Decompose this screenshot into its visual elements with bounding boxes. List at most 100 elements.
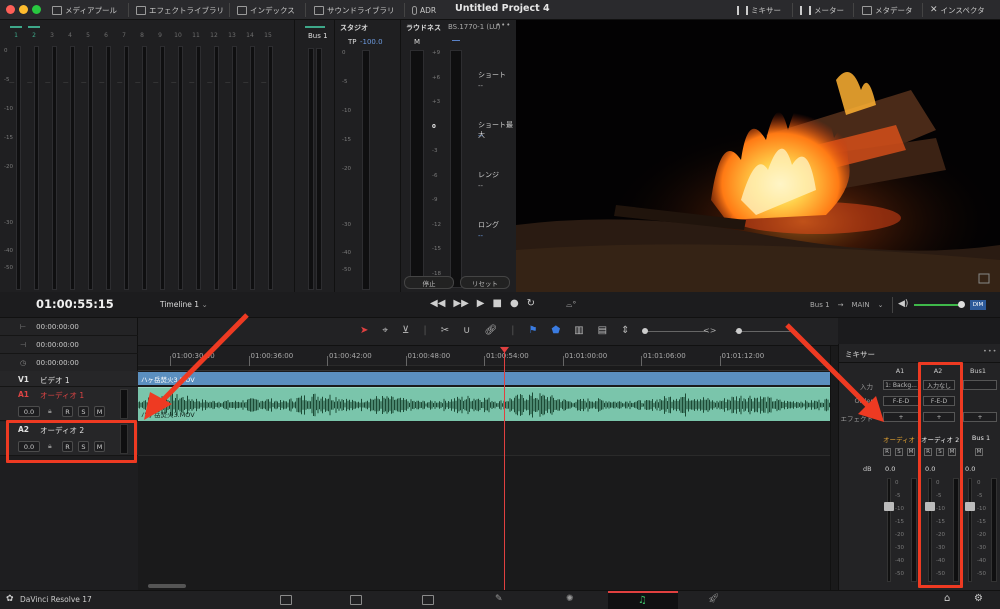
play-icon[interactable]: ▶ — [477, 298, 485, 309]
a1-mute[interactable]: M — [907, 448, 915, 456]
a1-record-arm[interactable]: R — [883, 448, 891, 456]
sync-icon[interactable]: ⌓° — [566, 300, 576, 310]
timecode-display[interactable]: 01:00:55:15 — [36, 297, 114, 311]
mixer-options-icon[interactable]: ••• — [983, 347, 998, 355]
loudness-stop-button[interactable]: 停止 — [404, 276, 454, 289]
timeline-ruler[interactable]: 01:00:30:00 01:00:36:00 01:00:42:00 01:00:4… — [138, 346, 830, 366]
track-header-v1[interactable]: V1 ビデオ 1 — [0, 371, 138, 387]
meter-tick: -30 — [4, 220, 13, 226]
link-icon[interactable]: 🔗︎ — [484, 325, 497, 336]
track-meter-bar — [70, 46, 75, 290]
horizontal-scrollbar[interactable] — [148, 584, 186, 588]
duration-timecode[interactable]: 00:00:00:00 — [36, 359, 79, 367]
a1-input-select[interactable]: 1: Backg... — [883, 380, 919, 390]
record-arm-button[interactable]: R — [62, 406, 73, 417]
zoom-width-icon[interactable]: <> — [703, 326, 716, 335]
a1-add-effect[interactable]: + — [883, 412, 919, 422]
peak-readout: — — [225, 80, 231, 86]
index-button[interactable]: インデックス — [237, 3, 295, 17]
zoom-slider-knob-left[interactable] — [642, 328, 648, 334]
zoom-slider-knob-right[interactable] — [736, 328, 742, 334]
video-clip[interactable]: ハヶ岳焚火3.MOV — [138, 372, 830, 385]
razor-tool-icon[interactable]: ✂ — [441, 325, 449, 336]
playhead[interactable] — [504, 350, 505, 590]
track-header-a1[interactable]: A1 オーディオ 1 0.0 🔒︎ R S M — [0, 387, 138, 421]
edit-page-icon[interactable] — [422, 595, 434, 605]
in-timecode[interactable]: 00:00:00:00 — [36, 323, 79, 331]
bus1-fader-knob[interactable] — [965, 502, 975, 511]
audio-clip-a1[interactable]: ハヶ岳焚火3.MOV — [138, 387, 830, 421]
selection-tool-icon[interactable]: ➤ — [360, 325, 368, 336]
track-lane-a2[interactable] — [138, 422, 830, 456]
minimize-window-button[interactable] — [19, 5, 28, 14]
channel-number: 1 — [14, 32, 18, 39]
out-timecode[interactable]: 00:00:00:00 — [36, 341, 79, 349]
zoom-slider-right[interactable] — [735, 331, 797, 332]
close-window-button[interactable] — [6, 5, 15, 14]
vertical-scrollbar[interactable] — [830, 346, 838, 590]
speaker-icon[interactable]: ◀) — [898, 299, 908, 309]
fairlight-page-tab[interactable]: ♫ — [608, 591, 678, 609]
ruler-label: 01:01:12:00 — [721, 352, 765, 360]
zoom-window-button[interactable] — [32, 5, 41, 14]
cut-page-icon[interactable] — [350, 595, 362, 605]
a1-fader-knob[interactable] — [884, 502, 894, 511]
range-tool-icon[interactable]: ⌖ — [382, 325, 388, 336]
dim-button[interactable]: DIM — [970, 300, 986, 310]
rewind-icon[interactable]: ◀◀ — [430, 298, 445, 309]
video-viewer[interactable] — [516, 20, 1000, 292]
monitor-volume-knob[interactable] — [958, 301, 965, 308]
timeline-view-icon[interactable]: ▤ — [598, 325, 607, 336]
fader-tick: -5 — [977, 493, 983, 499]
record-icon[interactable]: ● — [510, 298, 519, 309]
output-routing[interactable]: Bus 1 → MAIN ⌄ — [810, 301, 883, 309]
mixer-toggle-button[interactable]: ミキサー — [737, 3, 781, 17]
loudness-options-icon[interactable]: ••• — [496, 21, 511, 29]
flag-icon[interactable]: ⚑ — [529, 325, 538, 336]
view-options-icon[interactable]: ▥ — [574, 325, 583, 336]
inspector-button[interactable]: ✕ インスペクタ — [930, 3, 985, 17]
loudness-reset-button[interactable]: リセット — [460, 276, 510, 289]
fusion-page-icon[interactable]: ✎ — [495, 594, 503, 604]
zoom-slider-left[interactable] — [646, 331, 708, 332]
media-pool-button[interactable]: メディアプール — [52, 3, 117, 17]
monitor-volume-slider[interactable] — [914, 304, 964, 306]
bus1-input-select[interactable] — [963, 380, 997, 390]
media-page-icon[interactable] — [280, 595, 292, 605]
loop-icon[interactable]: ↻ — [527, 298, 535, 309]
home-icon[interactable]: ⌂ — [944, 593, 950, 604]
meters-toggle-button[interactable]: メーター — [800, 3, 844, 17]
a1-fader-track[interactable] — [887, 478, 891, 582]
snapping-icon[interactable]: ∪ — [463, 325, 470, 336]
timeline-tracks[interactable]: ハヶ岳焚火3.MOV ハヶ岳焚火3.MOV — [138, 366, 830, 590]
mute-button[interactable]: M — [94, 406, 105, 417]
a1-order[interactable]: F-E-D — [883, 396, 919, 406]
sound-library-label: サウンドライブラリ — [327, 5, 395, 15]
solo-button[interactable]: S — [78, 406, 89, 417]
stop-icon[interactable]: ■ — [492, 298, 501, 309]
bus1-add-effect[interactable]: + — [963, 412, 997, 422]
height-icon[interactable]: ⇕ — [621, 325, 629, 336]
track-volume[interactable]: 0.0 — [18, 406, 40, 417]
in-point-icon: ⊢ — [20, 322, 27, 331]
channel-number: 12 — [210, 32, 218, 39]
bus1-fader-track[interactable] — [968, 478, 972, 582]
metadata-button[interactable]: メタデータ — [862, 3, 913, 17]
db-label: dB — [863, 465, 872, 473]
gear-icon[interactable]: ⚙ — [974, 593, 983, 604]
adr-button[interactable]: ADR — [412, 3, 436, 17]
lock-icon[interactable]: 🔒︎ — [48, 407, 52, 416]
fast-forward-icon[interactable]: ▶▶ — [453, 298, 468, 309]
peak-readout: — — [81, 80, 87, 86]
peak-readout: — — [261, 80, 267, 86]
a1-solo[interactable]: S — [895, 448, 903, 456]
color-page-icon[interactable]: ✺ — [566, 594, 574, 604]
timeline-selector[interactable]: Timeline 1 ⌄ — [160, 300, 208, 309]
sound-library-button[interactable]: サウンドライブラリ — [314, 3, 395, 17]
trim-tool-icon[interactable]: ⊻ — [402, 325, 409, 336]
bus1-mute[interactable]: M — [975, 448, 983, 456]
deliver-page-icon[interactable]: 🚀︎ — [708, 594, 719, 604]
marker-icon[interactable]: ⬟ — [552, 325, 561, 336]
effects-library-button[interactable]: エフェクトライブラリ — [136, 3, 224, 17]
loudness-tick: +9 — [432, 50, 441, 56]
